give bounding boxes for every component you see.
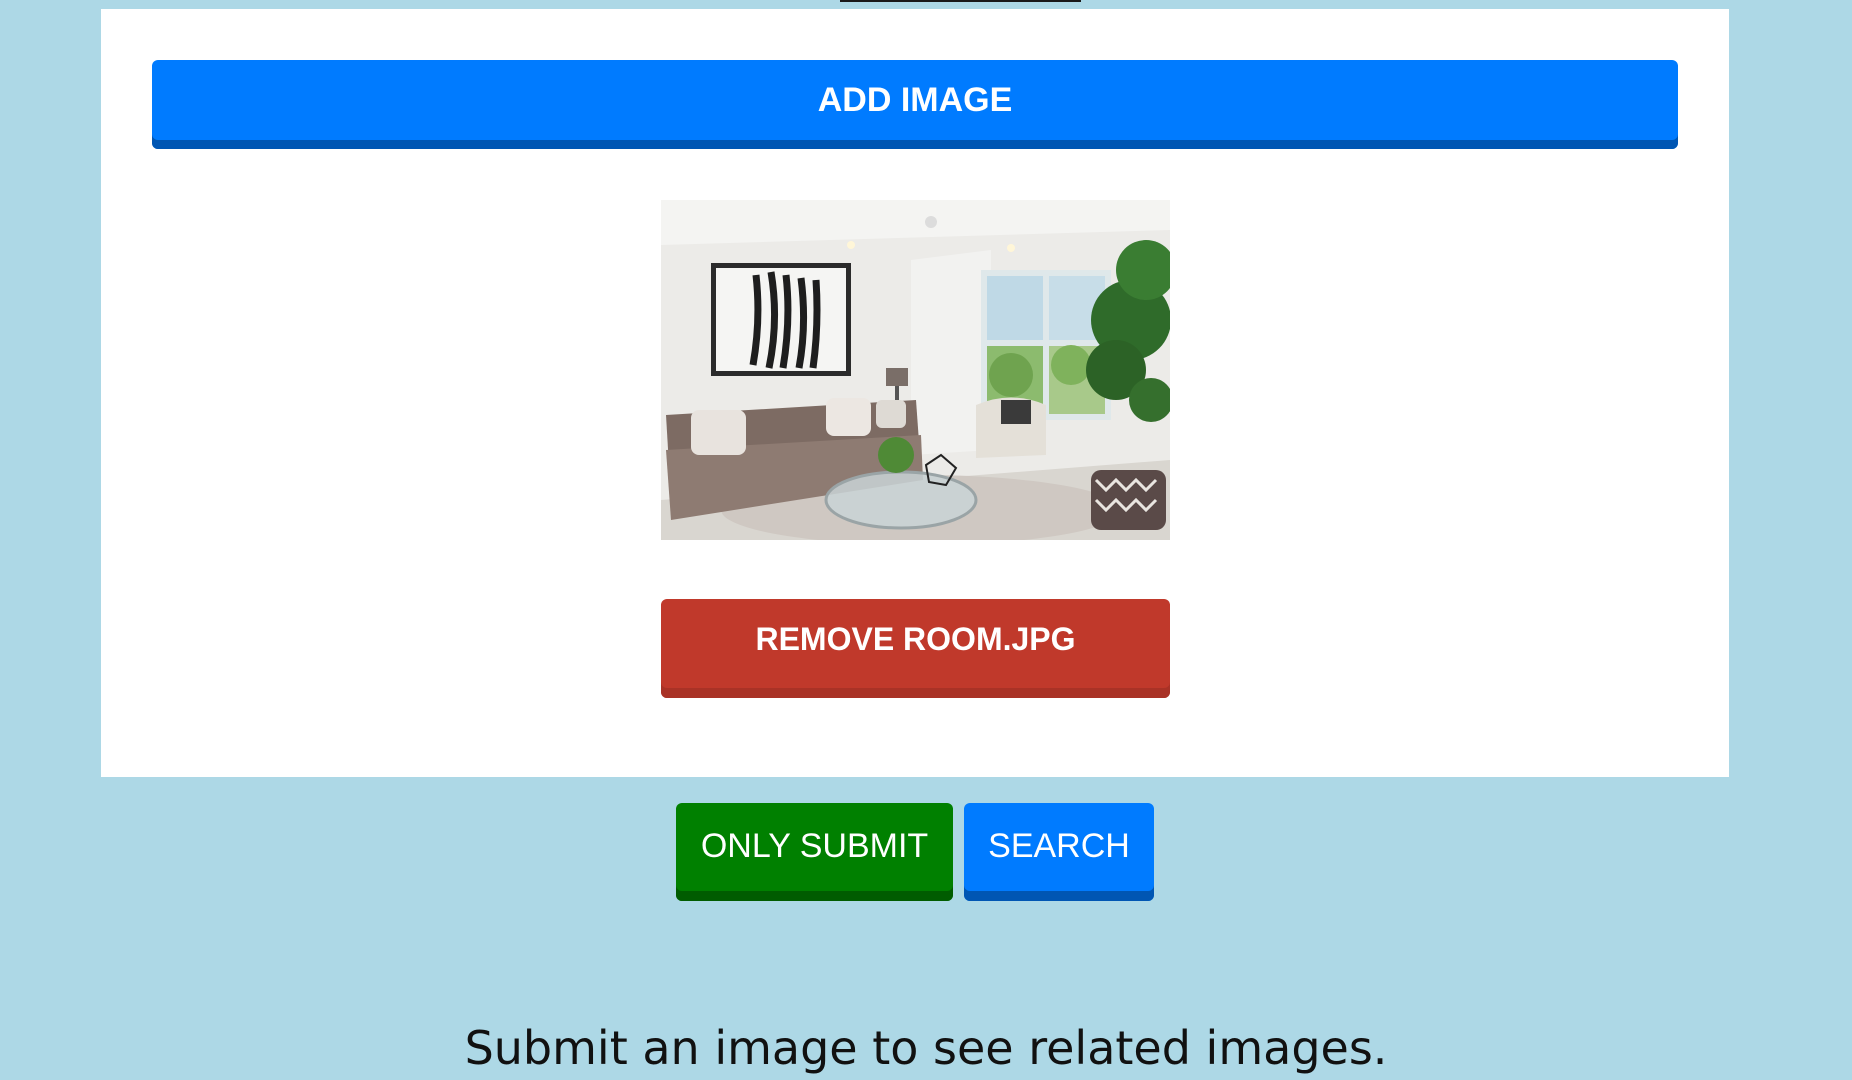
- add-image-button[interactable]: ADD IMAGE: [152, 60, 1678, 149]
- action-buttons: ONLY SUBMIT SEARCH: [676, 803, 1154, 901]
- image-preview: [661, 200, 1170, 540]
- search-button[interactable]: SEARCH: [964, 803, 1154, 901]
- top-divider: [840, 0, 1081, 2]
- room-photo-icon: [661, 200, 1170, 540]
- remove-image-button[interactable]: REMOVE ROOM.JPG: [661, 599, 1170, 698]
- only-submit-button[interactable]: ONLY SUBMIT: [676, 803, 953, 901]
- results-empty-message: Submit an image to see related images.: [464, 1021, 1388, 1075]
- upload-panel: ADD IMAGE REMOVE ROOM.JPG: [101, 9, 1729, 777]
